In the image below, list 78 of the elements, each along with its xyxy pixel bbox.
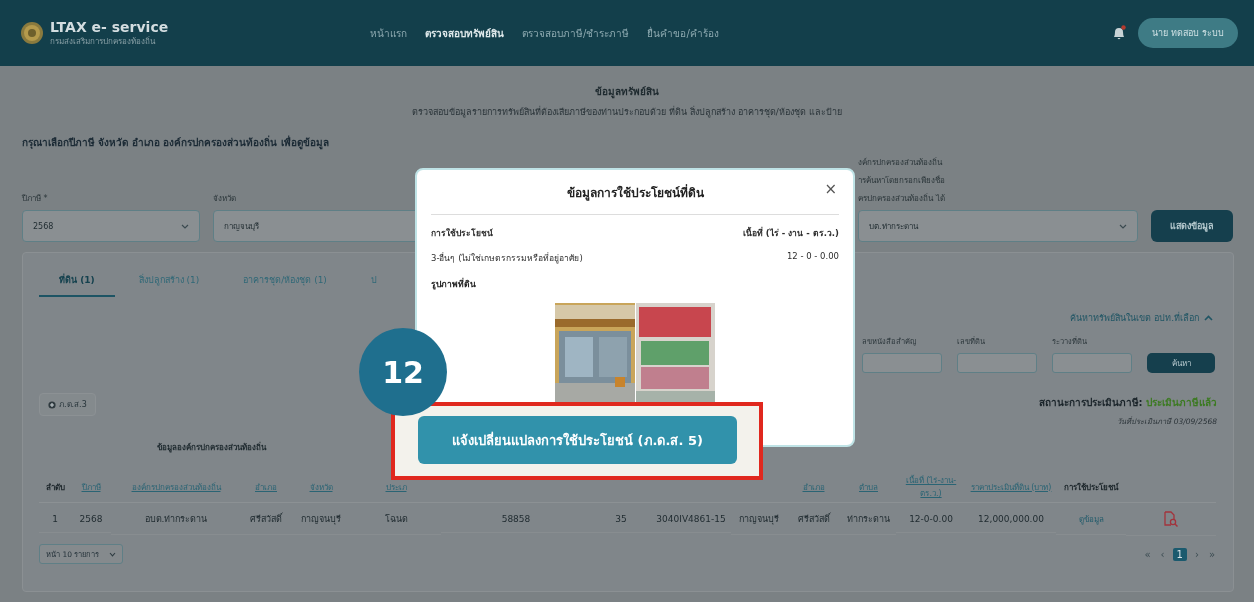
column-header[interactable]: ราคาประเมินที่ดิน (บาท) [970,480,1052,494]
instruction-text: กรุณาเลือกปีภาษี จังหวัด อำเภอ องค์กรปกครองส่วนท้องถิ่น เพื่อดูข้อมูล [22,135,330,150]
column-header: การใช้ประโยชน์ [1064,481,1118,494]
field-label: ปีภาษี * [22,193,48,205]
chevron-up-icon[interactable] [1204,315,1213,321]
tab[interactable]: ที่ดิน (1) [39,267,115,297]
table-cell-text: ท่ากระดาน [847,513,890,526]
column-header: เนื้อที่ (ไร่ - งาน - ตร.ว.) [742,226,839,240]
field-label: งค์กรปกครองส่วนท้องถิ่น [858,156,942,169]
logo-icon [20,21,44,45]
search-input[interactable] [957,353,1037,373]
column-header[interactable]: เนื้อที่ (ไร่-งาน-ตร.ว.) [898,474,964,500]
search-toggle-link[interactable]: ค้นหาทรัพย์สินในเขต อปท.ที่เลือก [1070,311,1199,325]
chevron-down-icon [109,551,117,557]
last-page-button[interactable]: » [1206,548,1217,560]
table-cell: 3040IV4861-15 [656,514,726,524]
nav-link[interactable]: ตรวจสอบทรัพย์สิน [425,25,504,41]
select-field[interactable]: 2568 [22,210,200,242]
app-name: LTAX e- service [50,18,169,35]
table-cell: 2568 [79,514,103,524]
table-cell: ศรีสวัสดิ์ [250,512,282,526]
previous-page-button[interactable]: ‹ [1158,548,1167,560]
column-header[interactable]: ตำบล [859,480,878,494]
table-cell: 1 [52,514,58,524]
table-cell-text: กาญจนบุรี [301,513,341,526]
plus-circle-icon [48,400,56,409]
column-header[interactable]: องค์กรปกครองส่วนท้องถิ่น [131,480,221,494]
user-button[interactable]: นาย ทดสอบ ระบบ [1138,18,1238,48]
table-cell: 12-0-0.00 [909,514,953,524]
document-search-icon[interactable] [1163,511,1179,527]
usage-text: 3-อื่นๆ (ไม่ใช่เกษตรกรรมหรือที่อยู่อาศัย) [431,251,583,265]
column-header: ลำดับ [45,481,65,494]
field-label: จังหวัด [213,193,236,205]
column-header[interactable]: ปีภาษี [81,480,101,494]
chevron-down-icon [1119,223,1127,229]
column-header: การใช้ประโยชน์ [431,227,493,240]
nav-link[interactable]: หน้าแรก [370,25,407,41]
column-header[interactable]: จังหวัด [309,480,333,494]
bell-icon[interactable] [1112,25,1127,41]
table-cell-text: โฉนด [384,513,408,526]
close-button[interactable]: × [824,180,837,198]
nav-link[interactable]: ยื่นคำขอ/คำร้อง [647,25,719,41]
table-cell: 35 [615,514,627,524]
group-header: ข้อมูลองค์กรปกครองส่วนท้องถิ่น [155,441,267,455]
area-text: 12 - 0 - 0.00 [786,251,839,263]
table-cell: ศรีสวัสดิ์ [797,512,830,526]
status-label: สถานะการประเมินภาษี: [1038,397,1144,408]
column-header[interactable]: ประเภ [385,480,407,494]
nav-link[interactable]: ตรวจสอบภาษี/ชำระภาษี [522,25,630,41]
tab[interactable]: สิ่งปลูกสร้าง (1) [118,267,220,297]
first-page-button[interactable]: « [1142,548,1153,560]
search-input[interactable] [1052,353,1132,373]
table-cell-text: อบต.ท่ากระดาน [144,513,208,526]
page-title: ข้อมูลทรัพย์สิน [594,85,660,99]
tab[interactable]: อาคารชุด/ห้องชุด (1) [223,267,347,297]
page-button[interactable]: 1 [1172,547,1187,561]
chevron-down-icon [181,223,189,229]
show-data-button[interactable]: แสดงข้อมูล [1151,210,1233,242]
column-header[interactable]: อำเภอ [255,480,277,494]
search-button[interactable]: ค้นหา [1147,353,1215,373]
page-subtitle: ตรวจสอบข้อมูลรายการทรัพย์สินที่ต้องเสียภาษีของท่านประกอบด้วย ที่ดิน สิ่งปลูกสร้าง อาคารชุด/ห้องชุด และป้าย [411,105,843,119]
table-cell: 58858 [501,514,531,524]
report-button[interactable]: ภ.ด.ส.3 [39,393,96,416]
field-label: ครปกครองส่วนท้องถิ่น ได้ [858,192,945,205]
report-change-button[interactable]: แจ้งเปลี่ยนแปลงการใช้ประโยชน์ (ภ.ด.ส. 5) [418,416,737,464]
search-input[interactable] [862,353,942,373]
field-label: ารค้นหาโดยกรอกเพียงชื่อ [858,174,945,187]
app-subtitle: กรมส่งเสริมการปกครองท้องถิ่น [50,35,157,48]
view-link[interactable]: ดูข้อมูล [1078,512,1104,526]
status-value: ประเมินภาษีแล้ว [1146,397,1217,408]
tab[interactable]: ป [350,267,397,297]
table-cell-text: กาญจนบุรี [738,513,779,526]
photo-label: รูปภาพที่ดิน [431,277,477,291]
select-field[interactable]: บต.ท่ากระดาน [858,210,1138,242]
modal-title: ข้อมูลการใช้ประโยชน์ที่ดิน [566,183,704,202]
table-cell: 12,000,000.00 [978,514,1044,524]
column-header[interactable]: อำเภอ [802,480,825,494]
next-page-button[interactable]: › [1192,548,1201,560]
